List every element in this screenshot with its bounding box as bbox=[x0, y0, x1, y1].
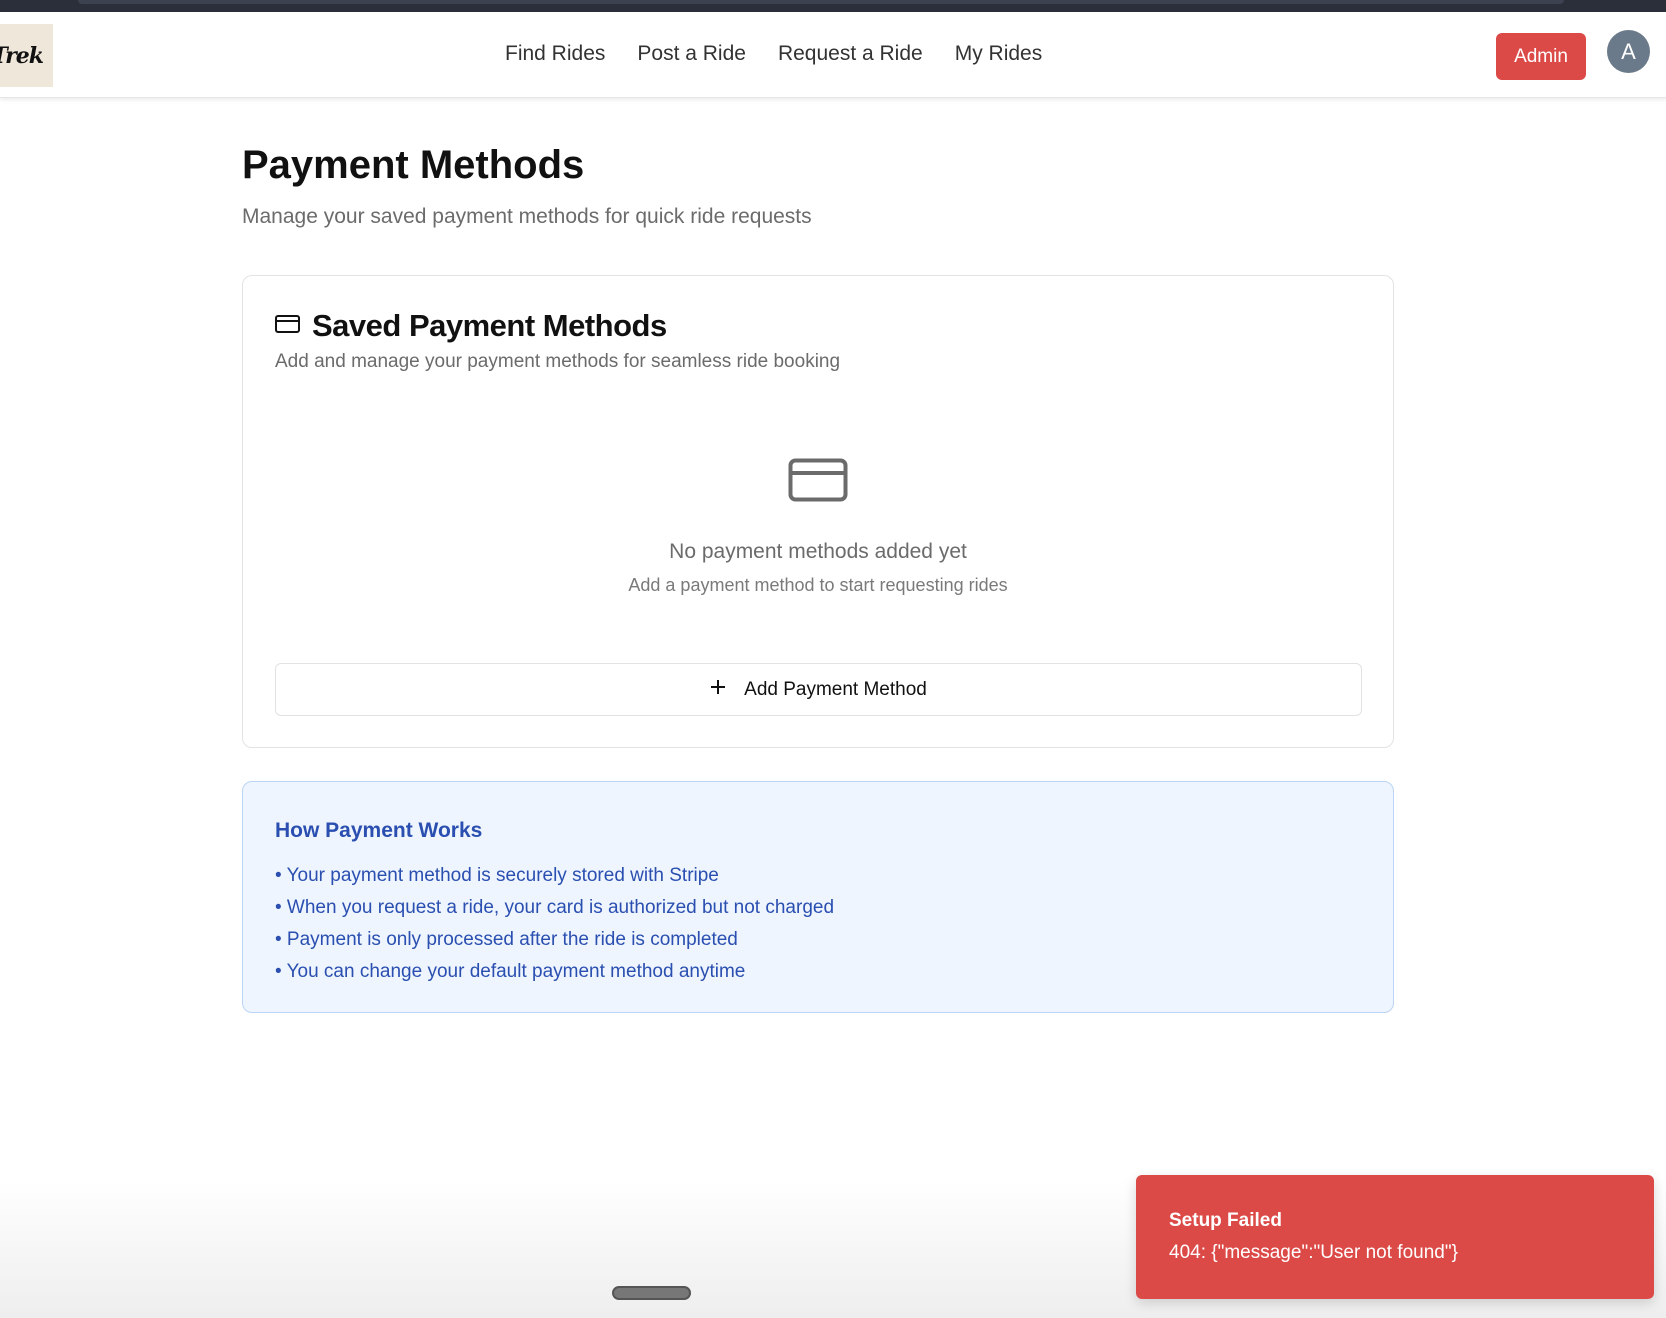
main-nav: Find Rides Post a Ride Request a Ride My… bbox=[505, 42, 1042, 66]
toast-message: 404: {"message":"User not found"} bbox=[1169, 1242, 1458, 1263]
info-title: How Payment Works bbox=[275, 819, 483, 842]
empty-state-subtitle: Add a payment method to start requesting… bbox=[628, 575, 1008, 595]
error-toast[interactable]: Setup Failed 404: {"message":"User not f… bbox=[1136, 1175, 1654, 1299]
empty-state-title: No payment methods added yet bbox=[669, 540, 967, 563]
nav-post-a-ride[interactable]: Post a Ride bbox=[637, 42, 746, 66]
info-item: • When you request a ride, your card is … bbox=[275, 897, 835, 918]
card-header: Saved Payment Methods bbox=[275, 308, 667, 344]
how-payment-works-panel: How Payment Works • Your payment method … bbox=[242, 781, 1394, 1013]
info-item: • You can change your default payment me… bbox=[275, 961, 746, 982]
logo-text: Trek bbox=[0, 42, 44, 69]
empty-state-card-icon bbox=[788, 458, 848, 507]
top-nav-bar: Trek Find Rides Post a Ride Request a Ri… bbox=[0, 12, 1666, 98]
trek-logo[interactable]: Trek bbox=[0, 24, 53, 87]
nav-request-a-ride[interactable]: Request a Ride bbox=[778, 42, 923, 66]
toast-title: Setup Failed bbox=[1169, 1210, 1282, 1231]
credit-card-icon bbox=[275, 314, 300, 338]
page-title: Payment Methods bbox=[242, 143, 585, 187]
add-payment-method-button[interactable]: Add Payment Method bbox=[275, 663, 1362, 716]
nav-find-rides[interactable]: Find Rides bbox=[505, 42, 605, 66]
admin-button[interactable]: Admin bbox=[1496, 33, 1586, 80]
nav-my-rides[interactable]: My Rides bbox=[955, 42, 1043, 66]
info-item: • Payment is only processed after the ri… bbox=[275, 929, 738, 950]
saved-payment-methods-card: Saved Payment Methods Add and manage you… bbox=[242, 275, 1394, 748]
add-payment-method-label: Add Payment Method bbox=[744, 678, 927, 700]
browser-tab-bar bbox=[78, 0, 1564, 4]
card-title: Saved Payment Methods bbox=[312, 308, 667, 343]
plus-icon bbox=[710, 679, 726, 700]
info-item: • Your payment method is securely stored… bbox=[275, 865, 719, 886]
card-subtitle: Add and manage your payment methods for … bbox=[275, 351, 841, 372]
avatar[interactable]: A bbox=[1607, 30, 1650, 73]
scroll-handle[interactable] bbox=[612, 1286, 691, 1300]
page-subtitle: Manage your saved payment methods for qu… bbox=[242, 205, 812, 228]
browser-top-strip bbox=[0, 0, 1666, 12]
info-list: • Your payment method is securely stored… bbox=[275, 860, 834, 988]
